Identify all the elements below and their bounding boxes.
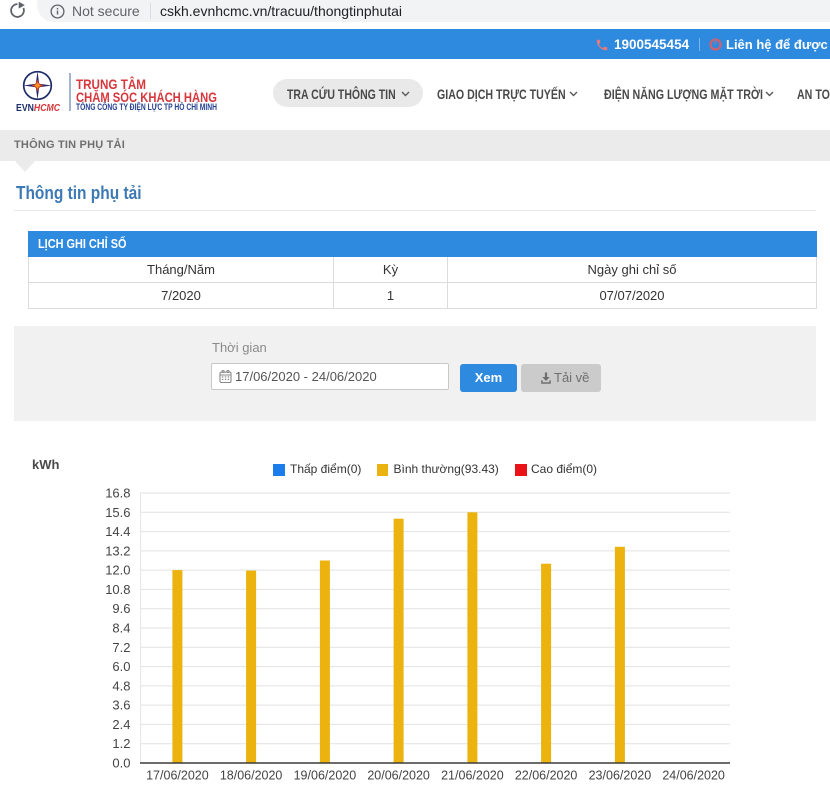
svg-text:10.8: 10.8 xyxy=(105,582,130,597)
svg-text:8.4: 8.4 xyxy=(112,621,130,636)
svg-text:24/06/2020: 24/06/2020 xyxy=(662,769,725,783)
svg-text:15.6: 15.6 xyxy=(105,505,130,520)
svg-text:16.8: 16.8 xyxy=(105,486,130,501)
svg-text:19/06/2020: 19/06/2020 xyxy=(294,769,357,783)
svg-text:1.2: 1.2 xyxy=(112,736,130,751)
svg-text:13.2: 13.2 xyxy=(105,543,130,558)
svg-text:14.4: 14.4 xyxy=(105,524,130,539)
svg-text:21/06/2020: 21/06/2020 xyxy=(441,769,504,783)
svg-text:6.0: 6.0 xyxy=(112,659,130,674)
svg-text:17/06/2020: 17/06/2020 xyxy=(146,769,209,783)
svg-text:20/06/2020: 20/06/2020 xyxy=(367,769,430,783)
svg-text:23/06/2020: 23/06/2020 xyxy=(589,769,652,783)
svg-text:12.0: 12.0 xyxy=(105,563,130,578)
svg-text:3.6: 3.6 xyxy=(112,698,130,713)
svg-text:2.4: 2.4 xyxy=(112,717,130,732)
svg-text:9.6: 9.6 xyxy=(112,601,130,616)
svg-text:18/06/2020: 18/06/2020 xyxy=(220,769,283,783)
svg-text:0.0: 0.0 xyxy=(112,756,130,771)
svg-text:4.8: 4.8 xyxy=(112,678,130,693)
svg-text:7.2: 7.2 xyxy=(112,640,130,655)
svg-text:22/06/2020: 22/06/2020 xyxy=(515,769,578,783)
